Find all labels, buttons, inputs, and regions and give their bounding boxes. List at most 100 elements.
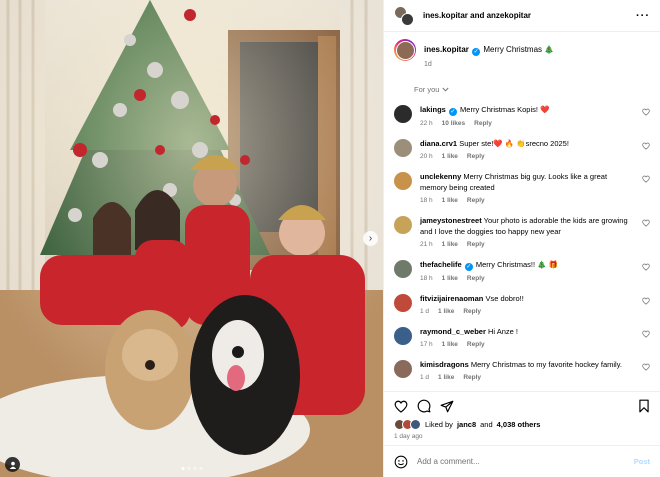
avatar <box>401 12 414 26</box>
comment-sort-dropdown[interactable]: For you <box>414 85 650 94</box>
tagged-users-button[interactable] <box>5 457 20 472</box>
more-options-button[interactable]: ··· <box>636 10 650 22</box>
heart-icon[interactable] <box>642 263 650 271</box>
post-actions: Liked by janc8 and 4,038 others 1 day ag… <box>384 391 660 445</box>
comment-time: 1 d <box>420 374 430 381</box>
heart-icon[interactable] <box>642 297 650 305</box>
comment-username[interactable]: raymond_c_weber <box>420 327 486 336</box>
post-photo[interactable]: › <box>0 0 383 477</box>
family-christmas-photo <box>0 0 383 477</box>
carousel-dot <box>193 467 196 470</box>
heart-icon[interactable] <box>642 330 650 338</box>
comment-likes[interactable]: 1 like <box>438 306 454 317</box>
emoji-icon[interactable] <box>394 455 408 469</box>
comment-time: 18 h <box>420 197 433 204</box>
reply-button[interactable]: Reply <box>463 372 481 383</box>
comment-item: thefachelife ✓ Merry Christmas!! 🎄 🎁 18 … <box>394 259 650 284</box>
comment-icon[interactable] <box>417 399 431 413</box>
share-icon[interactable] <box>440 400 454 413</box>
verified-badge-icon: ✓ <box>472 48 481 56</box>
comment-item: jameystonestreet Your photo is adorable … <box>394 215 650 250</box>
comment-list: lakings ✓ Merry Christmas Kopis! ❤️ 22 h… <box>394 104 650 383</box>
post-date: 1 day ago <box>394 433 423 440</box>
avatar[interactable] <box>394 360 412 378</box>
avatar[interactable] <box>394 139 412 157</box>
comments-scroll-area[interactable]: ines.kopitar ✓ Merry Christmas 🎄 1d For … <box>384 33 660 391</box>
comment-time: 20 h <box>420 153 433 160</box>
comment-text: Hi Anze ! <box>487 327 518 336</box>
reply-button[interactable]: Reply <box>467 151 485 162</box>
avatar[interactable] <box>394 172 412 190</box>
heart-icon[interactable] <box>394 400 408 413</box>
comment-item: fitvizijairenaoman Vse dobro!! 1 d 1 lik… <box>394 293 650 317</box>
comment-username[interactable]: diana.crv1 <box>420 139 457 148</box>
bookmark-icon[interactable] <box>638 399 650 413</box>
tag-user-icon <box>9 461 16 469</box>
comment-item: unclekenny Merry Christmas big guy. Look… <box>394 171 650 206</box>
comment-username[interactable]: lakings <box>420 105 446 114</box>
caption-text: Merry Christmas 🎄 <box>483 45 555 54</box>
comment-username[interactable]: fitvizijairenaoman <box>420 294 483 303</box>
verified-badge-icon: ✓ <box>448 108 457 116</box>
comment-item: diana.crv1 Super ste!❤️ 🔥 👏srecno 2025! … <box>394 138 650 162</box>
avatar[interactable] <box>394 105 412 123</box>
carousel-dot <box>181 467 184 470</box>
comment-text: Vse dobro!! <box>485 294 524 303</box>
comment-likes[interactable]: 1 like <box>442 195 458 206</box>
reply-button[interactable]: Reply <box>467 195 485 206</box>
reply-button[interactable]: Reply <box>463 306 481 317</box>
comment-likes[interactable]: 1 like <box>442 339 458 350</box>
carousel-dot <box>199 467 202 470</box>
comment-likes[interactable]: 1 like <box>442 239 458 250</box>
comment-likes[interactable]: 1 like <box>442 151 458 162</box>
collab-avatars[interactable] <box>394 5 414 26</box>
avatar[interactable] <box>394 216 412 234</box>
likes-prefix: Liked by <box>425 420 453 429</box>
post-caption: ines.kopitar ✓ Merry Christmas 🎄 1d <box>394 39 650 70</box>
reply-button[interactable]: Reply <box>467 273 485 284</box>
likes-summary[interactable]: Liked by janc8 and 4,038 others <box>394 419 650 430</box>
comment-text: Super ste!❤️ 🔥 👏srecno 2025! <box>459 139 569 148</box>
post-header: ines.kopitar and anzekopitar ··· <box>384 0 660 32</box>
add-comment-input[interactable] <box>417 457 625 466</box>
heart-icon[interactable] <box>642 142 650 150</box>
avatar[interactable] <box>394 260 412 278</box>
caption-time: 1d <box>424 61 432 68</box>
liked-by-user[interactable]: janc8 <box>457 420 476 429</box>
comment-text: Merry Christmas Kopis! ❤️ <box>460 105 550 114</box>
reply-button[interactable]: Reply <box>474 118 492 129</box>
comment-time: 21 h <box>420 241 433 248</box>
likes-others[interactable]: 4,038 others <box>497 420 541 429</box>
post-comment-button[interactable]: Post <box>634 457 650 466</box>
caption-avatar[interactable] <box>394 39 416 61</box>
heart-icon[interactable] <box>642 175 650 183</box>
post-side-panel: ines.kopitar and anzekopitar ··· ines.ko… <box>383 0 660 477</box>
comment-time: 1 d <box>420 308 430 315</box>
comment-username[interactable]: jameystonestreet <box>420 216 482 225</box>
comment-sort-label: For you <box>414 85 440 94</box>
comment-time: 17 h <box>420 341 433 348</box>
comment-username[interactable]: kimisdragons <box>420 360 469 369</box>
verified-badge-icon: ✓ <box>464 263 473 271</box>
carousel-dot <box>187 467 190 470</box>
carousel-dots <box>181 467 202 470</box>
comment-likes[interactable]: 1 like <box>442 273 458 284</box>
comment-username[interactable]: thefachelife <box>420 260 462 269</box>
comment-username[interactable]: unclekenny <box>420 172 461 181</box>
caption-username[interactable]: ines.kopitar <box>424 45 469 54</box>
comment-item: raymond_c_weber Hi Anze ! 17 h 1 like Re… <box>394 326 650 350</box>
reply-button[interactable]: Reply <box>467 239 485 250</box>
comment-likes[interactable]: 10 likes <box>442 118 466 129</box>
next-photo-button[interactable]: › <box>363 231 378 246</box>
post-authors[interactable]: ines.kopitar and anzekopitar <box>423 11 636 20</box>
comment-item: kimisdragons Merry Christmas to my favor… <box>394 359 650 383</box>
reply-button[interactable]: Reply <box>467 339 485 350</box>
avatar[interactable] <box>394 294 412 312</box>
avatar[interactable] <box>394 327 412 345</box>
comment-likes[interactable]: 1 like <box>438 372 454 383</box>
heart-icon[interactable] <box>642 363 650 371</box>
comment-item: lakings ✓ Merry Christmas Kopis! ❤️ 22 h… <box>394 104 650 129</box>
more-icon: ··· <box>636 9 650 22</box>
heart-icon[interactable] <box>642 108 650 116</box>
heart-icon[interactable] <box>642 219 650 227</box>
